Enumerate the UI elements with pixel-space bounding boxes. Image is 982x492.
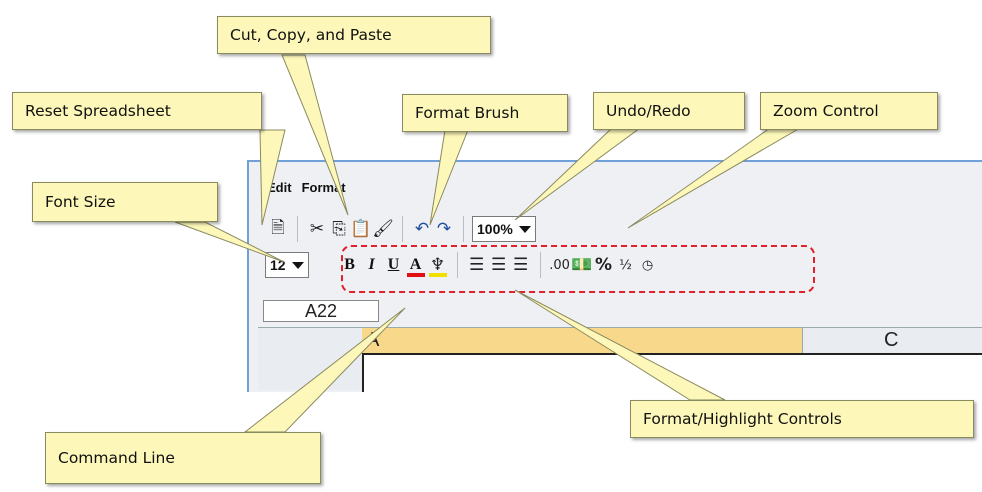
callout-reset-spreadsheet: Reset Spreadsheet xyxy=(12,92,262,130)
leader-zoom-control xyxy=(627,127,802,229)
leader-command-line xyxy=(243,307,406,433)
leader-undo-redo xyxy=(514,127,642,221)
leader-format-brush xyxy=(429,129,469,226)
callout-command-line: Command Line xyxy=(45,432,321,484)
callout-undo-redo: Undo/Redo xyxy=(593,92,745,130)
leader-reset-spreadsheet xyxy=(259,129,286,226)
leader-font-size xyxy=(174,221,285,263)
leader-cut-copy-paste xyxy=(281,54,349,216)
callout-format-highlight: Format/Highlight Controls xyxy=(630,400,974,438)
callout-zoom-control: Zoom Control xyxy=(760,92,938,130)
callout-cut-copy-paste: Cut, Copy, and Paste xyxy=(217,16,491,54)
callout-font-size: Font Size xyxy=(32,182,218,222)
callout-format-brush: Format Brush xyxy=(402,94,568,132)
leader-format-highlight xyxy=(514,289,726,401)
